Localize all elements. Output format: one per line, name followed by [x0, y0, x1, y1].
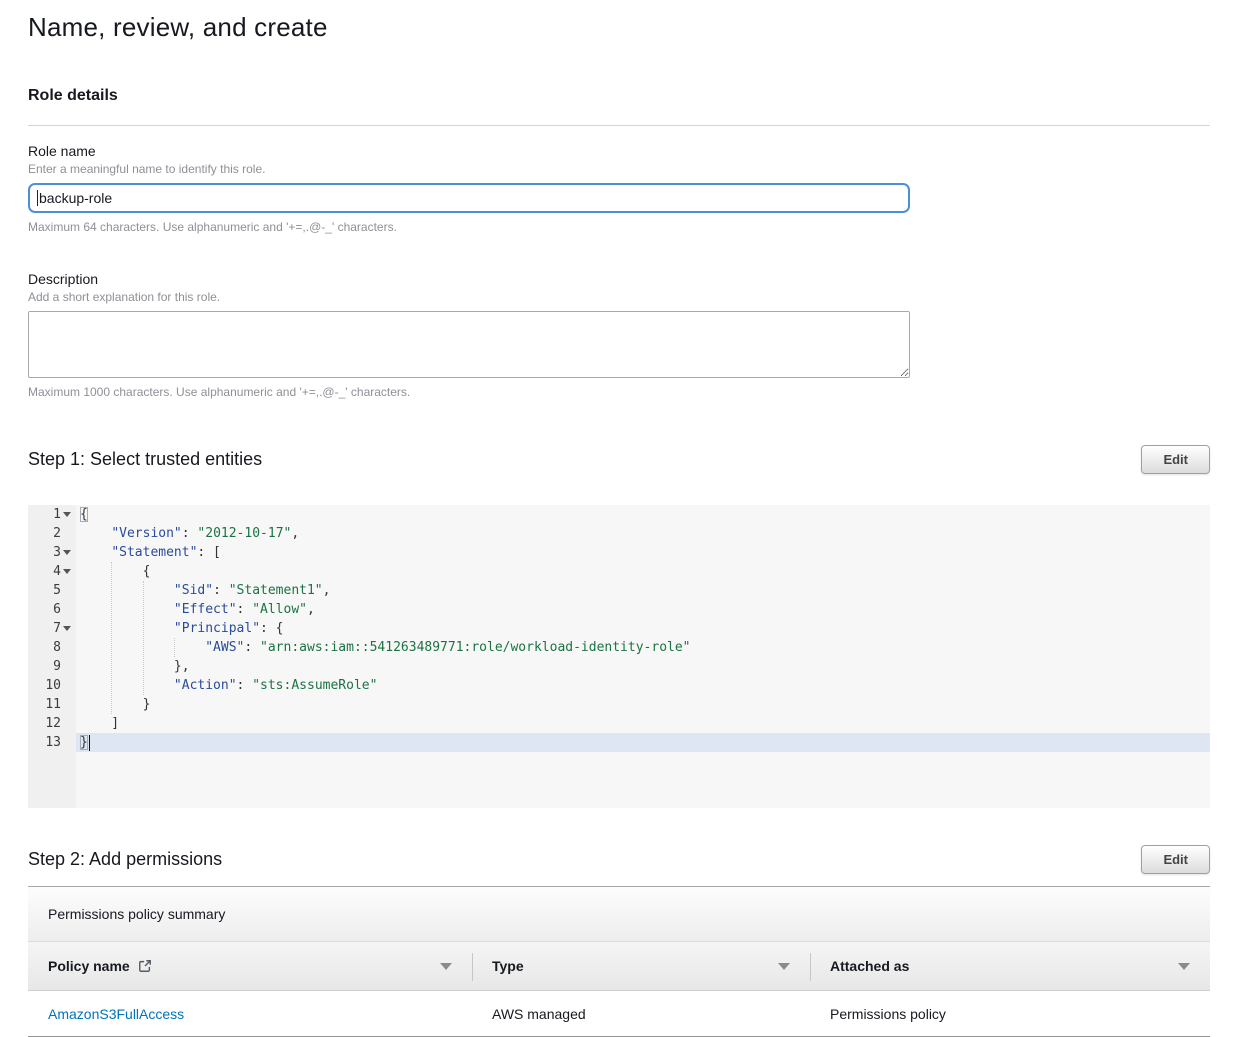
- line-number: 2: [28, 524, 76, 543]
- policy-name-cell: AmazonS3FullAccess: [28, 991, 472, 1036]
- code-line: "Action": "sts:AssumeRole": [76, 676, 1210, 695]
- attached-as-cell: Permissions policy: [810, 991, 1210, 1036]
- code-line-row[interactable]: 1{: [28, 505, 1210, 524]
- code-line: "Principal": {: [76, 619, 1210, 638]
- code-line: "AWS": "arn:aws:iam::541263489771:role/w…: [76, 638, 1210, 657]
- role-details-heading: Role details: [28, 87, 1210, 105]
- code-line-row[interactable]: 9 },: [28, 657, 1210, 676]
- code-line: ]: [76, 714, 1210, 733]
- role-name-input[interactable]: [28, 183, 910, 213]
- review-and-create-page: Name, review, and create Role details Ro…: [0, 0, 1242, 1037]
- line-number: 3: [28, 543, 76, 562]
- code-line-row[interactable]: 6 "Effect": "Allow",: [28, 600, 1210, 619]
- line-number: 8: [28, 638, 76, 657]
- code-line: "Effect": "Allow",: [76, 600, 1210, 619]
- line-number: 12: [28, 714, 76, 733]
- role-details-divider: [28, 125, 1210, 126]
- line-number: 10: [28, 676, 76, 695]
- description-hint: Add a short explanation for this role.: [28, 290, 1210, 304]
- external-link-icon: [138, 959, 152, 973]
- line-number: 6: [28, 600, 76, 619]
- fold-toggle-icon[interactable]: [63, 626, 71, 631]
- code-line: "Statement": [: [76, 543, 1210, 562]
- code-line-row[interactable]: 4 {: [28, 562, 1210, 581]
- code-line-row[interactable]: 11 }: [28, 695, 1210, 714]
- line-number: 1: [28, 505, 76, 524]
- trust-policy-editor[interactable]: 1{2 "Version": "2012-10-17",3 "Statement…: [28, 505, 1210, 808]
- code-line-row[interactable]: 5 "Sid": "Statement1",: [28, 581, 1210, 600]
- code-line-row[interactable]: 2 "Version": "2012-10-17",: [28, 524, 1210, 543]
- code-line-row[interactable]: 7 "Principal": {: [28, 619, 1210, 638]
- description-constraint: Maximum 1000 characters. Use alphanumeri…: [28, 385, 1210, 399]
- sort-icon[interactable]: [778, 963, 790, 970]
- permissions-table-header: Policy name Type Attached as: [28, 941, 1210, 991]
- code-line-row[interactable]: 3 "Statement": [: [28, 543, 1210, 562]
- type-cell: AWS managed: [472, 991, 810, 1036]
- permissions-summary-panel: Permissions policy summary Policy name T…: [28, 886, 1210, 1037]
- attached-as-column-label: Attached as: [830, 958, 909, 974]
- code-line-row[interactable]: 12 ]: [28, 714, 1210, 733]
- code-line: }: [76, 695, 1210, 714]
- line-number: 9: [28, 657, 76, 676]
- code-line: "Version": "2012-10-17",: [76, 524, 1210, 543]
- permissions-table-body: AmazonS3FullAccess AWS managedPermissions…: [28, 991, 1210, 1037]
- line-number: 5: [28, 581, 76, 600]
- step1-heading: Step 1: Select trusted entities: [28, 449, 262, 470]
- policy-name-link[interactable]: AmazonS3FullAccess: [48, 1006, 184, 1022]
- code-line: {: [76, 505, 1210, 524]
- step2-edit-button[interactable]: Edit: [1141, 845, 1210, 874]
- sort-icon[interactable]: [440, 963, 452, 970]
- role-name-input-wrap: [28, 183, 910, 213]
- role-name-label: Role name: [28, 143, 1210, 159]
- fold-toggle-icon[interactable]: [63, 512, 71, 517]
- permissions-summary-caption: Permissions policy summary: [28, 887, 1210, 941]
- fold-toggle-icon[interactable]: [63, 569, 71, 574]
- code-line: {: [76, 562, 1210, 581]
- line-number: 7: [28, 619, 76, 638]
- code-line: },: [76, 657, 1210, 676]
- text-caret: [37, 190, 38, 206]
- step2-heading: Step 2: Add permissions: [28, 849, 222, 870]
- column-header-policy-name[interactable]: Policy name: [28, 942, 472, 990]
- description-textarea[interactable]: [28, 311, 910, 378]
- role-name-hint: Enter a meaningful name to identify this…: [28, 162, 1210, 176]
- description-label: Description: [28, 271, 1210, 287]
- table-row: AmazonS3FullAccess AWS managedPermissions…: [28, 991, 1210, 1037]
- code-line: }: [76, 733, 1210, 752]
- line-number: 4: [28, 562, 76, 581]
- role-name-constraint: Maximum 64 characters. Use alphanumeric …: [28, 220, 1210, 234]
- step1-edit-button[interactable]: Edit: [1141, 445, 1210, 474]
- policy-name-column-label: Policy name: [48, 958, 130, 974]
- code-line-row[interactable]: 13}: [28, 733, 1210, 752]
- column-header-type[interactable]: Type: [472, 942, 810, 990]
- column-header-attached-as[interactable]: Attached as: [810, 942, 1210, 990]
- line-number: 13: [28, 733, 76, 752]
- code-line: "Sid": "Statement1",: [76, 581, 1210, 600]
- code-line-row[interactable]: 8 "AWS": "arn:aws:iam::541263489771:role…: [28, 638, 1210, 657]
- type-column-label: Type: [492, 958, 524, 974]
- sort-icon[interactable]: [1178, 963, 1190, 970]
- page-title: Name, review, and create: [28, 12, 1210, 43]
- editor-caret: [89, 735, 90, 751]
- fold-toggle-icon[interactable]: [63, 550, 71, 555]
- code-line-row[interactable]: 10 "Action": "sts:AssumeRole": [28, 676, 1210, 695]
- line-number: 11: [28, 695, 76, 714]
